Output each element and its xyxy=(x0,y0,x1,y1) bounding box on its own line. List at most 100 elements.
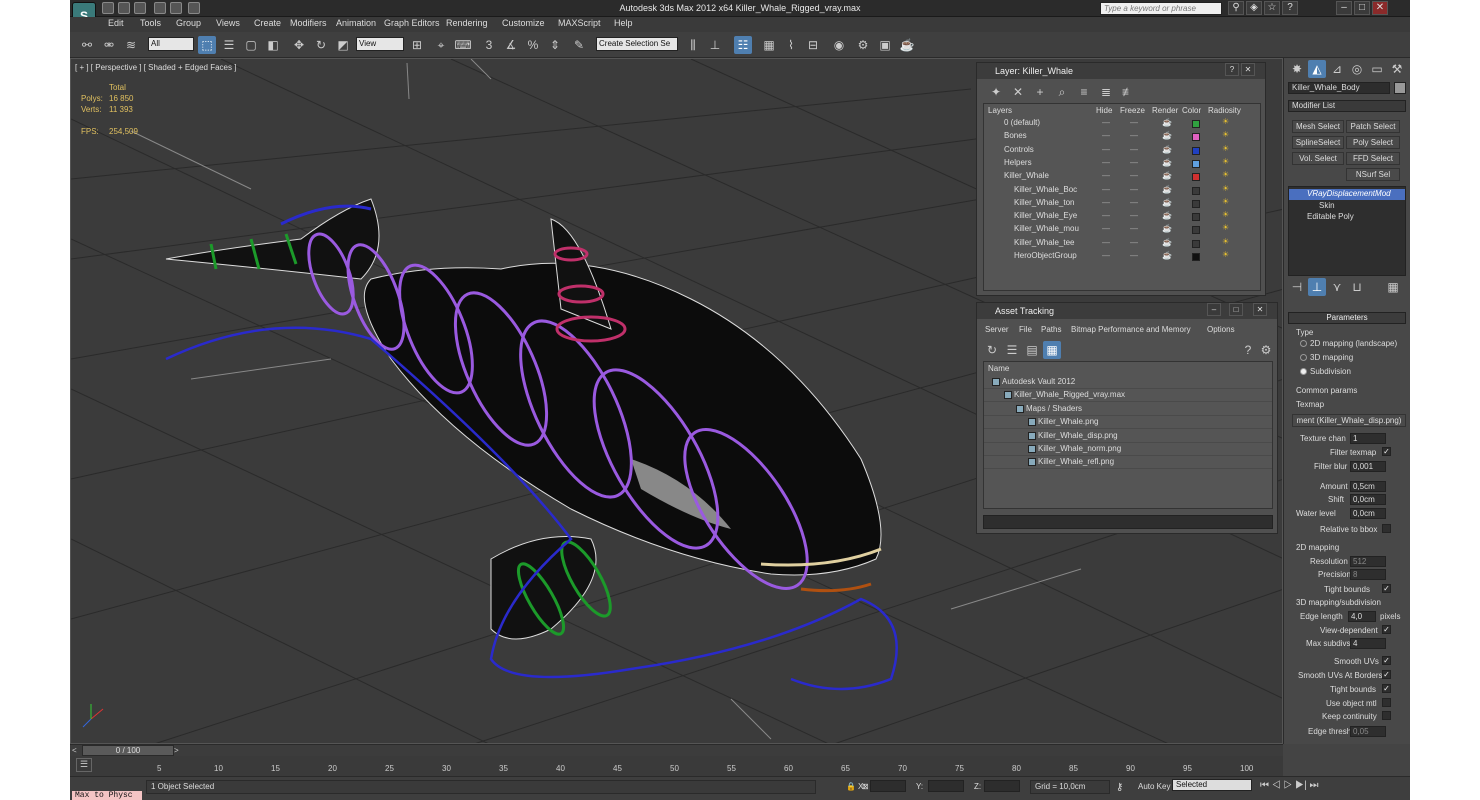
stack-item-skin[interactable]: Skin xyxy=(1289,201,1335,210)
shift-spinner[interactable]: 0,0cm xyxy=(1350,494,1386,505)
asset-menu-server[interactable]: Server xyxy=(985,325,1009,334)
help-icon[interactable]: ? xyxy=(1282,1,1298,15)
layer-row[interactable]: Bones — — ☕ ☀ xyxy=(990,130,1256,143)
object-color-swatch[interactable] xyxy=(1394,82,1406,94)
tight-bounds-checkbox[interactable]: ✓ xyxy=(1382,584,1391,593)
time-slider[interactable]: < 0 / 100 > xyxy=(70,744,1283,756)
render-production-icon[interactable]: ☕ xyxy=(898,36,916,54)
resolution-spinner[interactable]: 512 xyxy=(1350,556,1386,567)
layer-color-swatch[interactable] xyxy=(1192,226,1200,235)
hide-toggle[interactable]: — xyxy=(1102,238,1110,247)
window-crossing-icon[interactable]: ◧ xyxy=(264,36,282,54)
select-by-name-icon[interactable]: ☰ xyxy=(220,36,238,54)
menu-group[interactable]: Group xyxy=(176,18,201,28)
asset-path-field[interactable] xyxy=(983,515,1273,529)
mirror-icon[interactable]: ⫼ xyxy=(684,36,702,54)
next-frame-icon[interactable]: > xyxy=(174,746,182,755)
selection-filter-dropdown[interactable]: All xyxy=(148,37,194,51)
radiosity-icon[interactable]: ☀ xyxy=(1222,144,1229,153)
menu-maxscript[interactable]: MAXScript xyxy=(558,18,601,28)
freeze-toggle[interactable]: — xyxy=(1130,211,1138,220)
named-selection-dropdown[interactable]: Create Selection Se xyxy=(596,37,678,51)
edge-thresh-spinner[interactable]: 0,05 xyxy=(1350,726,1386,737)
edit-named-selection-icon[interactable]: ✎ xyxy=(570,36,588,54)
rectangular-selection-icon[interactable]: ▢ xyxy=(242,36,260,54)
x-coordinate-field[interactable] xyxy=(870,780,906,792)
radiosity-icon[interactable]: ☀ xyxy=(1222,210,1229,219)
freeze-toggle[interactable]: — xyxy=(1130,251,1138,260)
show-end-result-icon[interactable]: ⊥ xyxy=(1308,278,1326,296)
unlink-icon[interactable]: ⚮ xyxy=(100,36,118,54)
mini-curve-editor-icon[interactable]: ☰ xyxy=(76,758,92,772)
lock-selection-icon[interactable]: 🔒 xyxy=(846,782,856,791)
smooth-uvs-checkbox[interactable]: ✓ xyxy=(1382,656,1391,665)
asset-row[interactable]: Killer_Whale.png xyxy=(984,416,1272,430)
ffd-select-button[interactable]: FFD Select xyxy=(1346,152,1400,165)
table-view-icon[interactable]: ▦ xyxy=(1043,341,1061,359)
asset-row[interactable]: Killer_Whale_norm.png xyxy=(984,443,1272,456)
render-teapot-icon[interactable]: ☕ xyxy=(1162,145,1172,154)
rotate-icon[interactable]: ↻ xyxy=(312,36,330,54)
pivot-center-icon[interactable]: ⊞ xyxy=(408,36,426,54)
radiosity-icon[interactable]: ☀ xyxy=(1222,197,1229,206)
auto-key-button[interactable]: Auto Key xyxy=(1138,782,1170,791)
layer-row[interactable]: Killer_Whale_mou — — ☕ ☀ xyxy=(990,223,1256,236)
keyboard-shortcut-icon[interactable]: ⌨ xyxy=(454,36,472,54)
asset-row[interactable]: Killer_Whale_disp.png xyxy=(984,430,1272,443)
layer-row[interactable]: Killer_Whale_Eye — — ☕ ☀ xyxy=(990,210,1256,223)
modify-tab-icon[interactable]: ◭ xyxy=(1308,60,1326,78)
save-icon[interactable] xyxy=(134,2,146,14)
hide-toggle[interactable]: — xyxy=(1102,131,1110,140)
layer-row[interactable]: HeroObjectGroup — — ☕ ☀ xyxy=(990,250,1256,263)
layer-row[interactable]: Killer_Whale_ton — — ☕ ☀ xyxy=(990,197,1256,210)
close-button[interactable]: ✕ xyxy=(1372,1,1388,15)
layer-color-swatch[interactable] xyxy=(1192,186,1200,195)
key-icon[interactable]: ⚷ xyxy=(1116,782,1123,793)
menu-views[interactable]: Views xyxy=(216,18,240,28)
align-icon[interactable]: ⊥ xyxy=(706,36,724,54)
layer-row[interactable]: Controls — — ☕ ☀ xyxy=(990,144,1256,157)
hide-toggle[interactable]: — xyxy=(1102,251,1110,260)
angle-snap-icon[interactable]: ∡ xyxy=(502,36,520,54)
col-color[interactable]: Color xyxy=(1182,106,1201,115)
radiosity-icon[interactable]: ☀ xyxy=(1222,223,1229,232)
percent-snap-icon[interactable]: % xyxy=(524,36,542,54)
freeze-toggle[interactable]: — xyxy=(1130,198,1138,207)
hide-toggle[interactable]: — xyxy=(1102,118,1110,127)
menu-animation[interactable]: Animation xyxy=(336,18,376,28)
filter-texmap-checkbox[interactable]: ✓ xyxy=(1382,447,1391,456)
menu-rendering[interactable]: Rendering xyxy=(446,18,488,28)
edge-length-spinner[interactable]: 4,0 xyxy=(1348,611,1376,622)
render-teapot-icon[interactable]: ☕ xyxy=(1162,158,1172,167)
key-filter-dropdown[interactable]: Selected xyxy=(1172,779,1252,791)
asset-menu-bitmap[interactable]: Bitmap Performance and Memory xyxy=(1071,325,1191,334)
maximize-button[interactable]: □ xyxy=(1354,1,1370,15)
col-radiosity[interactable]: Radiosity xyxy=(1208,106,1241,115)
material-editor-icon[interactable]: ◉ xyxy=(830,36,848,54)
precision-spinner[interactable]: 8 xyxy=(1350,569,1386,580)
hide-toggle[interactable]: — xyxy=(1102,198,1110,207)
make-unique-icon[interactable]: ⋎ xyxy=(1328,278,1346,296)
smooth-uvs-borders-checkbox[interactable]: ✓ xyxy=(1382,670,1391,679)
layer-row[interactable]: 0 (default) — — ☕ ☀ xyxy=(990,117,1256,130)
col-render[interactable]: Render xyxy=(1152,106,1178,115)
highlight-layer-icon[interactable]: ≡ xyxy=(1075,83,1093,101)
col-freeze[interactable]: Freeze xyxy=(1120,106,1145,115)
y-coordinate-field[interactable] xyxy=(928,780,964,792)
prev-frame-icon[interactable]: < xyxy=(72,746,80,755)
configure-modifier-sets-icon[interactable]: ▦ xyxy=(1384,278,1402,296)
layer-color-swatch[interactable] xyxy=(1192,253,1200,261)
menu-tools[interactable]: Tools xyxy=(140,18,161,28)
render-teapot-icon[interactable]: ☕ xyxy=(1162,131,1172,140)
track-bar[interactable]: ☰ 5 10 15 20 25 30 35 40 45 50 55 60 65 70 75 80 85 90 95 1… xyxy=(70,756,1283,776)
refresh-icon[interactable]: ↻ xyxy=(983,341,1001,359)
amount-spinner[interactable]: 0,5cm xyxy=(1350,481,1386,492)
type-3d-mapping[interactable]: 3D mapping xyxy=(1310,353,1353,362)
redo-icon[interactable] xyxy=(170,2,182,14)
hide-toggle[interactable]: — xyxy=(1102,185,1110,194)
layer-row[interactable]: Killer_Whale — — ☕ ☀ xyxy=(990,170,1256,183)
select-in-layer-icon[interactable]: ⌕ xyxy=(1053,83,1071,101)
render-teapot-icon[interactable]: ☕ xyxy=(1162,118,1172,127)
move-icon[interactable]: ✥ xyxy=(290,36,308,54)
freeze-toggle[interactable]: — xyxy=(1130,118,1138,127)
